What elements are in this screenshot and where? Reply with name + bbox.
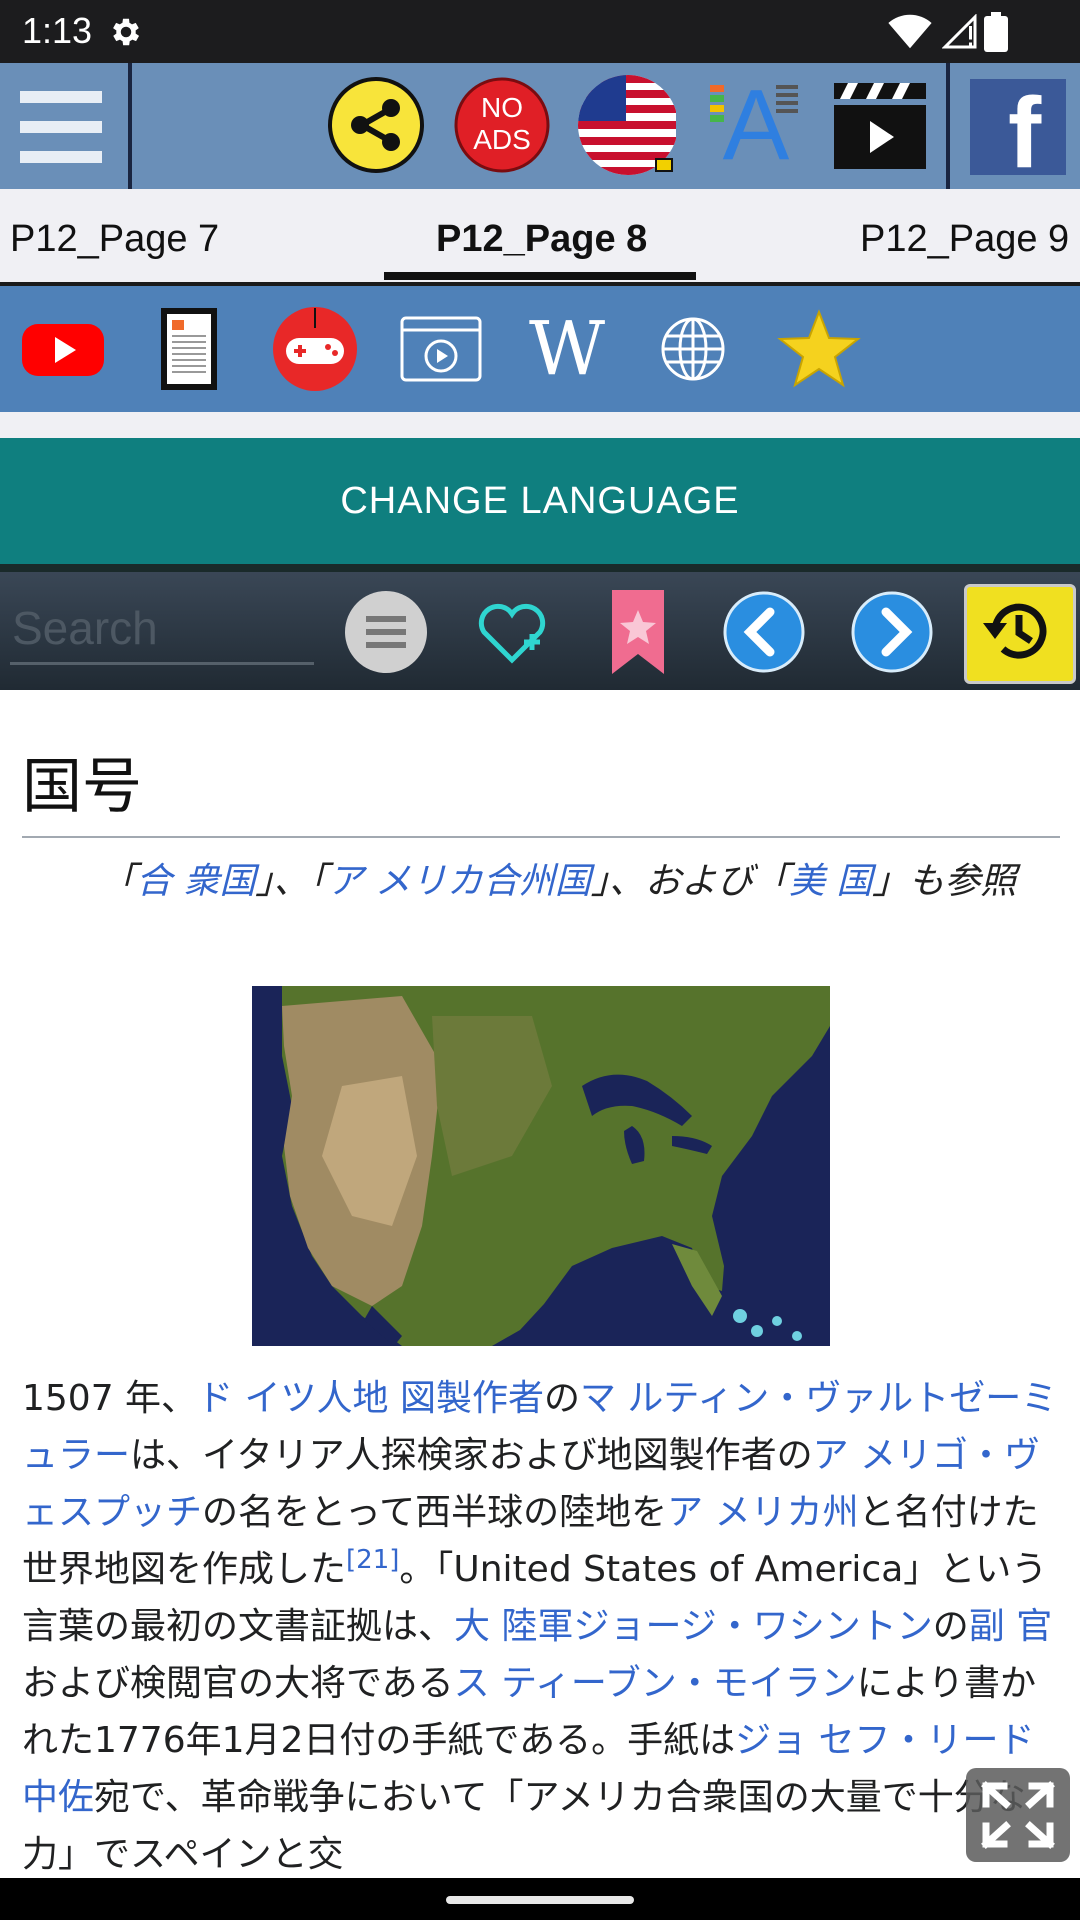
link-aide-de-camp[interactable]: 副 官 <box>969 1606 1052 1647</box>
youtube-icon[interactable] <box>20 306 106 392</box>
list-menu-icon[interactable] <box>344 590 428 674</box>
top-toolbar: NO ADS A f <box>0 63 1080 189</box>
wikipedia-icon[interactable]: W <box>524 306 610 392</box>
body-text: 1507 年、 <box>22 1378 198 1419</box>
gear-icon <box>113 18 140 46</box>
tab-page-7[interactable]: P12_Page 7 <box>10 217 219 261</box>
quick-icon-bar: W <box>0 286 1080 412</box>
search-input[interactable] <box>10 594 314 665</box>
link-beikoku[interactable]: 美 国 <box>789 861 872 902</box>
font-size-letter: A <box>722 69 790 181</box>
font-size-icon[interactable]: A <box>704 69 804 181</box>
body-text: の名をとって西半球の陸地を <box>202 1492 668 1533</box>
no-ads-icon[interactable]: NO ADS <box>452 75 552 175</box>
system-nav-bar <box>0 1878 1080 1920</box>
video-clapper-icon[interactable] <box>830 75 930 175</box>
back-arrow-icon[interactable] <box>722 590 806 674</box>
section-heading: 国号 <box>22 752 142 822</box>
signal-icon <box>942 14 977 49</box>
change-language-button[interactable]: CHANGE LANGUAGE <box>0 438 1080 564</box>
battery-icon <box>984 12 1008 52</box>
link-german-cartographer[interactable]: ド イツ人地 図製作者 <box>197 1378 544 1419</box>
us-flag-icon[interactable] <box>576 75 676 175</box>
globe-icon[interactable] <box>650 306 736 392</box>
toolbar-divider-right <box>946 63 950 189</box>
body-text: 宛で、革命戦争において「アメリカ合衆国の大量で十分な力」でスペインと交 <box>22 1777 1026 1875</box>
link-gasshukoku[interactable]: 合 衆国 <box>136 861 255 902</box>
active-tab-indicator <box>384 272 696 280</box>
body-text: の <box>543 1378 580 1419</box>
no-ads-line2: ADS <box>473 124 531 155</box>
no-ads-line1: NO <box>481 92 523 123</box>
tab-page-9[interactable]: P12_Page 9 <box>860 217 1069 261</box>
status-bar: 1:13 <box>0 0 1080 63</box>
link-america-gasshukoku[interactable]: ア メリカ合州国 <box>327 861 590 902</box>
heading-rule <box>22 836 1060 838</box>
search-toolbar <box>0 572 1080 690</box>
hatnote: 「合 衆国」、「ア メリカ合州国」、および「美 国」も参照 <box>100 854 1070 910</box>
body-text: は、イタリア人探検家および地図製作者の <box>130 1435 813 1476</box>
link-americas[interactable]: ア メリカ州 <box>667 1492 858 1533</box>
hatnote-text: 」、「 <box>255 861 328 902</box>
gamepad-icon[interactable] <box>272 306 358 392</box>
body-text: の <box>932 1606 969 1647</box>
heart-plus-icon[interactable] <box>470 590 554 674</box>
link-stephen-moylan[interactable]: ス ティーブン・モイラン <box>454 1663 857 1704</box>
page-tabs: P12_Page 7 P12_Page 8 P12_Page 9 <box>0 189 1080 286</box>
spacer-band <box>0 412 1080 438</box>
facebook-letter: f <box>1008 77 1042 189</box>
fullscreen-expand-icon <box>981 1781 1055 1849</box>
link-george-washington[interactable]: 大 陸軍ジョージ・ワシントン <box>454 1606 933 1647</box>
hatnote-text: 」、および「 <box>590 861 789 902</box>
article-content: 国号 「合 衆国」、「ア メリカ合州国」、および「美 国」も参照 1507 年、… <box>0 690 1080 1878</box>
toolbar-divider <box>128 63 132 189</box>
facebook-icon[interactable]: f <box>970 79 1066 183</box>
home-gesture-pill[interactable] <box>446 1896 634 1904</box>
forward-arrow-icon[interactable] <box>850 590 934 674</box>
hamburger-menu-icon[interactable] <box>18 87 104 167</box>
north-america-satellite-map[interactable] <box>252 986 830 1346</box>
button-shadow <box>0 564 1080 572</box>
fullscreen-button[interactable] <box>966 1768 1070 1862</box>
tab-page-8[interactable]: P12_Page 8 <box>436 217 647 261</box>
body-text: および検閲官の大将である <box>22 1663 454 1704</box>
ebook-icon[interactable] <box>146 306 232 392</box>
star-icon[interactable] <box>776 306 862 392</box>
hatnote-text: 「 <box>100 861 137 902</box>
history-icon <box>983 603 1047 659</box>
status-time: 1:13 <box>22 10 93 51</box>
citation-21[interactable]: [21] <box>346 1545 399 1575</box>
history-button[interactable] <box>964 584 1076 684</box>
bookmark-icon[interactable] <box>596 590 680 674</box>
wifi-icon <box>888 14 932 49</box>
article-paragraph: 1507 年、ド イツ人地 図製作者のマ ルティン・ヴァルトゼーミュラーは、イタ… <box>22 1370 1062 1878</box>
wikipedia-letter: W <box>528 306 606 392</box>
share-icon[interactable] <box>326 75 426 175</box>
hatnote-text: 」も参照 <box>872 861 1017 902</box>
video-player-icon[interactable] <box>398 306 484 392</box>
